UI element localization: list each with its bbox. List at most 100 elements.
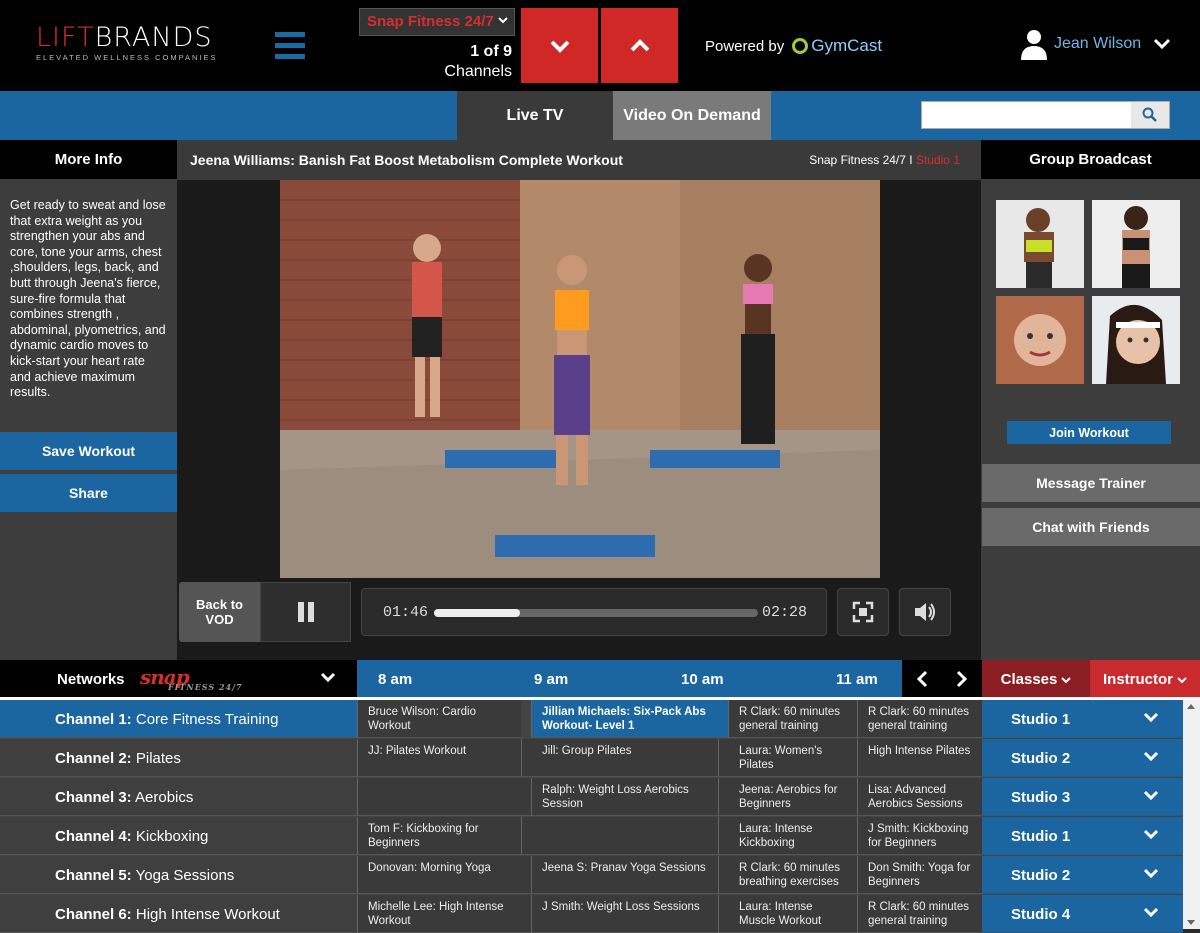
channel-row[interactable]: Channel 5: Yoga Sessions Donovan: Mornin…	[0, 856, 1183, 894]
program-cell[interactable]	[357, 778, 531, 816]
video-frame[interactable]	[280, 180, 880, 578]
time-header: 8 am 9 am 10 am 11 am	[357, 660, 902, 699]
program-cell[interactable]: Michelle Lee: High Intense Workout	[357, 895, 531, 933]
program-cell[interactable]: Bruce Wilson: Cardio Workout	[357, 700, 521, 738]
program-cell[interactable]: Donovan: Morning Yoga	[357, 856, 531, 894]
share-button[interactable]: Share	[0, 474, 177, 512]
channel-number: Channel 2:	[55, 750, 132, 767]
chevron-up-icon	[630, 38, 649, 51]
tab-video-on-demand[interactable]: Video On Demand	[613, 91, 771, 140]
participant-photo[interactable]	[1092, 296, 1180, 384]
guide-scrollbar[interactable]	[1183, 700, 1200, 929]
program-cell-current[interactable]: Jillian Michaels: Six-Pack Abs Workout- …	[531, 700, 728, 738]
seek-track[interactable]	[434, 609, 758, 617]
chevron-left-icon[interactable]	[915, 670, 929, 688]
liftbrands-logo[interactable]: LIFTBRANDS ELEVATED WELLNESS COMPANIES	[36, 24, 218, 63]
program-cell[interactable]: JJ: Pilates Workout	[357, 739, 521, 777]
user-menu[interactable]: Jean Wilson	[1020, 28, 1171, 60]
chevron-down-icon	[1143, 751, 1159, 762]
studio-select[interactable]: Studio 2	[982, 739, 1183, 777]
program-cell[interactable]: J Smith: Kickboxing for Beginners	[857, 817, 982, 855]
channel-row[interactable]: Channel 2: Pilates JJ: Pilates Workout J…	[0, 739, 1183, 777]
studio-select[interactable]: Studio 2	[982, 856, 1183, 894]
tab-live-tv[interactable]: Live TV	[457, 91, 613, 140]
studio-select[interactable]: Studio 3	[982, 778, 1183, 816]
search-box	[921, 101, 1170, 129]
program-cell[interactable]: Ralph: Weight Loss Aerobics Session	[531, 778, 718, 816]
join-workout-button[interactable]: Join Workout	[1007, 421, 1171, 444]
chevron-down-icon	[1143, 712, 1159, 723]
program-cell[interactable]: R Clark: 60 minutes general training	[857, 700, 982, 738]
more-info-panel: More Info Get ready to sweat and lose th…	[0, 140, 177, 660]
chevron-right-icon[interactable]	[955, 670, 969, 688]
participant-photo[interactable]	[1092, 200, 1180, 288]
time-slot: 11 am	[836, 671, 878, 688]
program-cell[interactable]: Laura: Intense Kickboxing	[718, 817, 858, 855]
channel-row[interactable]: Channel 4: Kickboxing Tom F: Kickboxing …	[0, 817, 1183, 855]
program-cell[interactable]	[521, 817, 718, 855]
classes-label: Classes	[1000, 671, 1058, 688]
program-cell[interactable]: R Clark: 60 minutes breathing exercises	[718, 856, 858, 894]
channel-row[interactable]: Channel 6: High Intense Workout Michelle…	[0, 895, 1183, 933]
studio-select[interactable]: Studio 1	[982, 817, 1183, 855]
instructor-label: Instructor	[1102, 671, 1173, 688]
user-avatar-icon	[1021, 30, 1047, 60]
participant-photo[interactable]	[996, 296, 1084, 384]
channel-select[interactable]: Snap Fitness 24/7	[359, 8, 515, 36]
volume-button[interactable]	[899, 588, 951, 636]
channel-row[interactable]: Channel 1: Core Fitness Training Bruce W…	[0, 700, 1183, 738]
snap-fitness-logo: snap FITNESS 24/7	[140, 665, 242, 692]
studio-label: Studio 3	[1011, 789, 1071, 806]
channel-row[interactable]: Channel 3: Aerobics Ralph: Weight Loss A…	[0, 778, 1183, 816]
program-cell[interactable]: High Intense Pilates	[857, 739, 982, 777]
search-icon[interactable]	[1131, 102, 1169, 128]
fullscreen-icon	[852, 601, 874, 623]
menu-icon[interactable]	[275, 32, 305, 59]
save-workout-button[interactable]: Save Workout	[0, 432, 177, 470]
channel-title: Core Fitness Training	[135, 711, 279, 728]
search-input[interactable]	[922, 102, 1130, 128]
powered-by-label: Powered by	[705, 37, 785, 55]
fullscreen-button[interactable]	[837, 588, 889, 636]
player-controls: Back to VOD 01:46 02:28	[177, 580, 981, 644]
video-title: Jeena Williams: Banish Fat Boost Metabol…	[190, 152, 623, 168]
seek-bar[interactable]: 01:46 02:28	[361, 588, 827, 636]
instructor-filter[interactable]: Instructor	[1090, 660, 1200, 699]
back-to-vod-button[interactable]: Back to VOD	[179, 582, 260, 642]
chat-with-friends-button[interactable]: Chat with Friends	[982, 508, 1200, 546]
player-header: Jeena Williams: Banish Fat Boost Metabol…	[177, 140, 981, 180]
program-cell[interactable]: J Smith: Weight Loss Sessions	[531, 895, 718, 933]
program-cell[interactable]: R Clark: 60 minutes general training	[857, 895, 982, 933]
channel-name: Channel 5: Yoga Sessions	[0, 856, 357, 894]
next-channel-button[interactable]	[521, 8, 598, 83]
program-cell[interactable]: Laura: Intense Muscle Workout	[718, 895, 858, 933]
networks-filter[interactable]: Networks snap FITNESS 24/7	[0, 660, 357, 699]
previous-channel-button[interactable]	[601, 8, 678, 83]
program-cell[interactable]: R Clark: 60 minutes general training	[728, 700, 858, 738]
gymcast-logo: GymCast	[792, 36, 882, 56]
channel-name: Channel 1: Core Fitness Training	[0, 700, 357, 738]
program-cell[interactable]: Jeena S: Pranav Yoga Sessions	[531, 856, 718, 894]
program-cell[interactable]: Jill: Group Pilates	[521, 739, 718, 777]
back-label-2: VOD	[205, 612, 234, 627]
chevron-down-icon	[1154, 38, 1171, 50]
classes-filter[interactable]: Classes	[982, 660, 1090, 699]
pause-button[interactable]	[260, 582, 351, 642]
studio-select[interactable]: Studio 4	[982, 895, 1183, 933]
studio-select[interactable]: Studio 1	[982, 700, 1183, 738]
program-cell[interactable]: Laura: Women's Pilates	[718, 739, 858, 777]
more-info-title: More Info	[0, 140, 177, 179]
scroll-up-icon[interactable]	[1187, 704, 1195, 709]
gymcast-play-icon	[792, 38, 809, 54]
participant-photo[interactable]	[996, 200, 1084, 288]
user-name: Jean Wilson	[1054, 35, 1142, 52]
message-trainer-button[interactable]: Message Trainer	[982, 464, 1200, 502]
program-cell[interactable]: Don Smith: Yoga for Beginners	[857, 856, 982, 894]
channel-select-value: Snap Fitness 24/7	[367, 13, 494, 30]
networks-label: Networks	[57, 671, 125, 688]
program-cell[interactable]: Tom F: Kickboxing for Beginners	[357, 817, 521, 855]
scroll-down-icon[interactable]	[1187, 920, 1195, 925]
program-cell[interactable]: Jeena: Aerobics for Beginners	[718, 778, 858, 816]
channel-number: Channel 1:	[55, 711, 132, 728]
program-cell[interactable]: Lisa: Advanced Aerobics Sessions	[857, 778, 982, 816]
